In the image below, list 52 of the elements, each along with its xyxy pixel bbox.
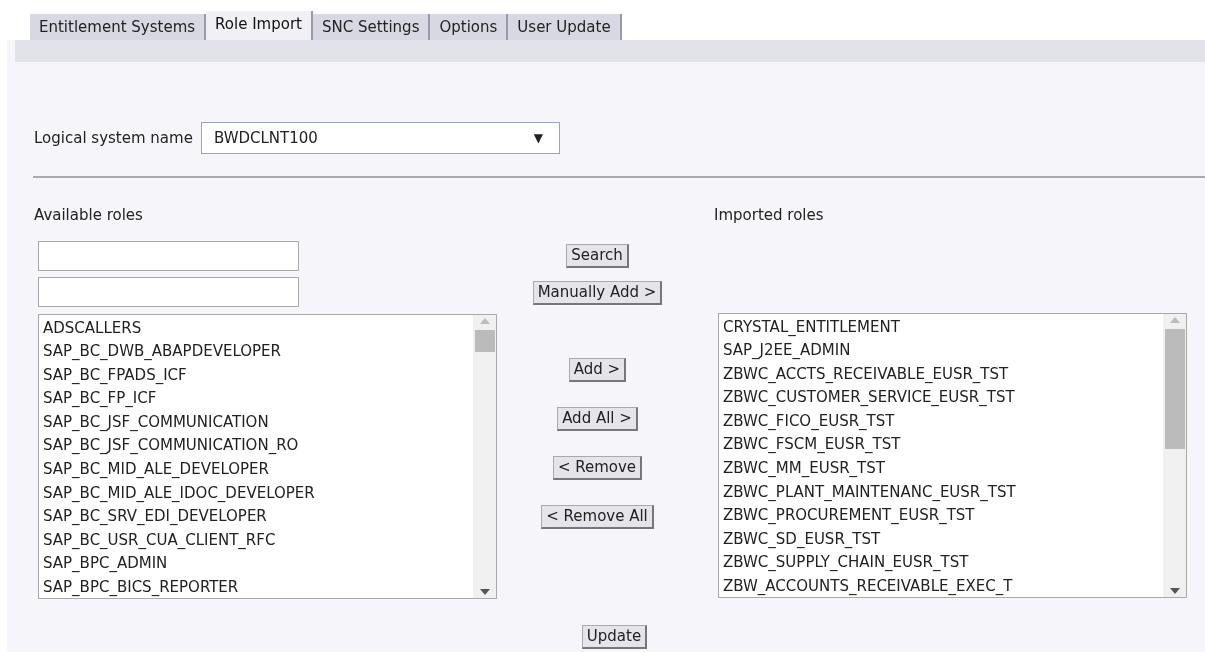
role-list-item[interactable]: ZBWC_PLANT_MAINTENANC_EUSR_TST [723,480,1163,505]
role-list-item[interactable]: ZBWC_SUPPLY_CHAIN_EUSR_TST [723,551,1163,576]
action-button[interactable]: Search [566,243,629,268]
role-list-item[interactable]: ZBWC_ACCTS_RECEIVABLE_EUSR_TST [723,362,1163,387]
scroll-down-icon[interactable] [479,588,490,595]
role-list-item[interactable]: SAP_BC_DWB_ABAPDEVELOPER [43,340,473,364]
role-name-field[interactable] [38,276,299,307]
role-list-item[interactable]: SAP_BC_USR_CUA_CLIENT_RFC [43,528,473,553]
role-list-item[interactable]: ZBWC_FSCM_EUSR_TST [723,433,1163,458]
scroll-up-icon[interactable] [479,317,490,324]
scroll-thumb[interactable] [1164,328,1185,449]
role-list-item[interactable]: SAP_J2EE_ADMIN [723,339,1163,363]
action-button[interactable]: Update [581,624,648,649]
tab[interactable]: SNC Settings [312,13,431,40]
role-list[interactable] [718,312,1187,598]
role-list-item[interactable]: ZBW_ACCOUNTS_RECEIVABLE_EXEC_T [723,575,1163,597]
role-list-item[interactable]: SAP_BC_FP_ICF [43,387,473,411]
tab[interactable]: Entitlement Systems [30,13,207,40]
role-list-item[interactable]: SAP_BC_SRV_EDI_DEVELOPER [43,505,473,529]
role-list-item[interactable]: SAP_BPC_BICS_REPORTER [43,576,473,598]
role-list-item[interactable]: ZBWC_MM_EUSR_TST [723,457,1163,481]
action-button[interactable]: < Remove All [541,504,654,529]
role-list-item[interactable]: ZBWC_FICO_EUSR_TST [723,409,1163,434]
role-list-item[interactable]: ZBWC_SD_EUSR_TST [723,527,1163,552]
action-button[interactable]: Add > [568,357,627,382]
tab[interactable]: User Update [508,13,622,40]
role-list-item[interactable]: SAP_BC_JSF_COMMUNICATION [43,410,473,435]
scroll-thumb[interactable] [474,329,495,352]
role-list-item[interactable]: SAP_BC_MID_ALE_IDOC_DEVELOPER [43,481,473,506]
scroll-up-icon[interactable] [1169,316,1180,323]
role-list-item[interactable]: SAP_BC_FPADS_ICF [43,363,473,388]
search-field[interactable] [38,240,299,271]
action-button[interactable]: Manually Add > [532,280,663,305]
section-label: Imported roles [714,205,824,226]
section-label: Available roles [34,205,144,226]
scrollbar[interactable] [1163,313,1186,597]
role-list-item[interactable]: SAP_BC_MID_ALE_DEVELOPER [43,458,473,482]
scrollbar[interactable] [473,314,496,598]
action-button[interactable]: < Remove [552,455,643,480]
tab[interactable]: Role Import [206,10,313,40]
role-list-item[interactable]: ADSCALLERS [43,316,473,341]
scroll-down-icon[interactable] [1169,587,1180,594]
action-button[interactable]: Add All > [557,406,638,431]
role-list-item[interactable]: ZBWC_CUSTOMER_SERVICE_EUSR_TST [723,386,1163,410]
role-list-item[interactable]: SAP_BPC_ADMIN [43,552,473,577]
tab[interactable]: Options [430,13,509,40]
role-list-item[interactable]: ZBWC_PROCUREMENT_EUSR_TST [723,504,1163,528]
role-list-item[interactable]: CRYSTAL_ENTITLEMENT [723,315,1163,340]
field-label: Logical system name [34,127,193,149]
role-list[interactable] [38,313,497,599]
role-list-item[interactable]: SAP_BC_JSF_COMMUNICATION_RO [43,434,473,459]
system-dropdown[interactable]: BWDCLNT100 ▼ [200,122,560,154]
